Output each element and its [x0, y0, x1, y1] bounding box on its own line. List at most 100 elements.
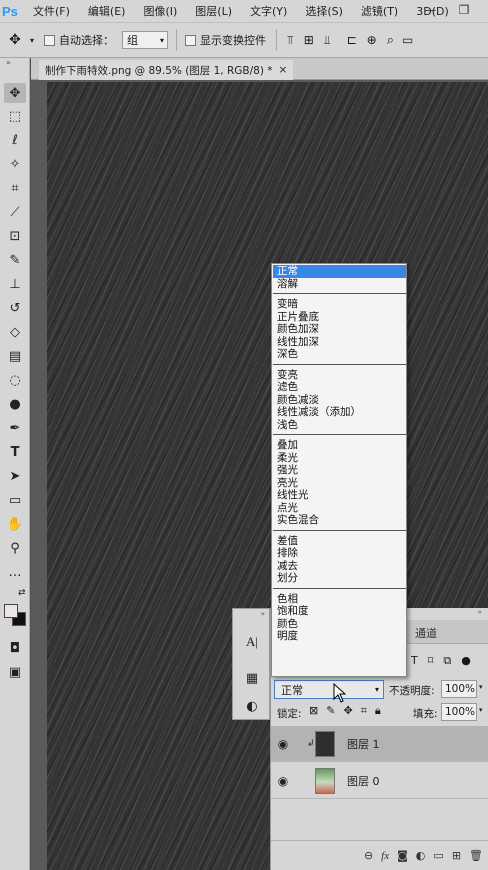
- history-brush-tool-icon[interactable]: ↺: [4, 298, 26, 318]
- fx-icon[interactable]: fx: [381, 850, 389, 862]
- blend-mode-option[interactable]: 强光: [273, 464, 406, 477]
- more-tools-icon[interactable]: …: [4, 562, 26, 582]
- lock-artboard-icon[interactable]: ⌗: [361, 704, 367, 718]
- auto-select-dropdown[interactable]: 组 ▾: [122, 31, 169, 49]
- new-layer-icon[interactable]: ⊞: [452, 849, 461, 862]
- blend-mode-option[interactable]: 浅色: [273, 419, 406, 432]
- menu-image[interactable]: 图像(I): [134, 3, 186, 19]
- collapse-icon[interactable]: »: [478, 608, 482, 616]
- link-layers-icon[interactable]: ⊖: [364, 849, 373, 862]
- blend-mode-option[interactable]: 正片叠底: [273, 311, 406, 324]
- zoom-tool-icon[interactable]: ⚲: [4, 538, 26, 558]
- blend-mode-option[interactable]: 饱和度: [273, 605, 406, 618]
- menu-edit[interactable]: 编辑(E): [79, 3, 135, 19]
- foreground-color-swatch-top[interactable]: [4, 604, 18, 618]
- path-selection-tool-icon[interactable]: ➤: [4, 466, 26, 486]
- chevron-down-icon[interactable]: ▾: [479, 706, 483, 714]
- layer-row[interactable]: ◉ ↲ 图层 1: [271, 726, 488, 762]
- blend-mode-option[interactable]: 颜色加深: [273, 323, 406, 336]
- filter-toggle-icon[interactable]: ●: [461, 654, 471, 668]
- type-tool-icon[interactable]: T: [4, 442, 26, 462]
- layer-row[interactable]: ◉ 图层 0: [271, 763, 488, 799]
- blend-mode-option[interactable]: 颜色减淡: [273, 394, 406, 407]
- menu-type[interactable]: 文字(Y): [241, 3, 296, 19]
- gradient-tool-icon[interactable]: ▤: [4, 346, 26, 366]
- tab-channels[interactable]: 通道: [407, 622, 445, 644]
- show-transform-checkbox[interactable]: [185, 34, 197, 46]
- collapse-icon[interactable]: »: [261, 610, 265, 618]
- opacity-input[interactable]: 100%: [441, 680, 477, 698]
- blend-mode-option[interactable]: 实色混合: [273, 514, 406, 527]
- blend-mode-option[interactable]: 颜色: [273, 618, 406, 631]
- blend-mode-option[interactable]: 亮光: [273, 477, 406, 490]
- tool-preset-chevron-icon[interactable]: ▾: [30, 36, 34, 45]
- lasso-tool-icon[interactable]: ℓ: [4, 130, 26, 150]
- menu-filter[interactable]: 滤镜(T): [352, 3, 407, 19]
- blend-mode-dropdown[interactable]: 正常 ▾: [274, 680, 384, 699]
- collapse-icon[interactable]: »: [6, 58, 11, 67]
- lock-pixels-icon[interactable]: ✎: [326, 704, 335, 718]
- blend-mode-option[interactable]: 变亮: [273, 369, 406, 382]
- blend-mode-option[interactable]: 色相: [273, 593, 406, 606]
- lock-all-icon[interactable]: 🔒︎: [375, 704, 381, 718]
- blend-mode-option[interactable]: 排除: [273, 547, 406, 560]
- character-panel-icon[interactable]: A|: [241, 631, 263, 653]
- filter-type-icon[interactable]: T: [411, 654, 418, 668]
- workspace-icon[interactable]: ▭: [402, 33, 413, 47]
- eyedropper-tool-icon[interactable]: ⟋: [4, 202, 26, 222]
- blend-mode-option[interactable]: 线性加深: [273, 336, 406, 349]
- align-vcenter-icon[interactable]: ⊞: [304, 33, 314, 47]
- paragraph-panel-icon[interactable]: ▦: [241, 667, 263, 689]
- menu-select[interactable]: 选择(S): [296, 3, 352, 19]
- clone-stamp-tool-icon[interactable]: ⊥: [4, 274, 26, 294]
- blend-mode-option[interactable]: 点光: [273, 502, 406, 515]
- align-left-icon[interactable]: ⊏: [347, 33, 357, 47]
- blend-mode-option[interactable]: 明度: [273, 630, 406, 643]
- search-icon[interactable]: ⌕: [387, 33, 394, 48]
- auto-select-checkbox[interactable]: [44, 34, 56, 46]
- fill-input[interactable]: 100%: [441, 703, 477, 721]
- document-tab[interactable]: 制作下雨特效.png @ 89.5% (图层 1, RGB/8) * ×: [39, 60, 294, 80]
- blend-mode-option[interactable]: 减去: [273, 560, 406, 573]
- blend-mode-option[interactable]: 柔光: [273, 452, 406, 465]
- blend-mode-option[interactable]: 滤色: [273, 381, 406, 394]
- healing-brush-tool-icon[interactable]: ⊡: [4, 226, 26, 246]
- lock-transparent-icon[interactable]: ⊠: [309, 704, 318, 718]
- lock-position-icon[interactable]: ✥: [343, 704, 352, 718]
- crop-tool-icon[interactable]: ⌗: [4, 178, 26, 198]
- swap-colors-icon[interactable]: ⇄: [18, 588, 26, 598]
- rectangle-tool-icon[interactable]: ▭: [4, 490, 26, 510]
- align-bottom-icon[interactable]: ⫫: [324, 33, 331, 48]
- marquee-tool-icon[interactable]: ⬚: [4, 106, 26, 126]
- pen-tool-icon[interactable]: ✒: [4, 418, 26, 438]
- adjustment-layer-icon[interactable]: ◐: [416, 849, 426, 862]
- blend-mode-option[interactable]: 线性光: [273, 489, 406, 502]
- screen-mode-icon[interactable]: ▣: [4, 662, 26, 682]
- new-group-icon[interactable]: ▭: [433, 849, 443, 862]
- adjustments-icon[interactable]: ◐: [241, 695, 263, 717]
- blend-mode-option[interactable]: 叠加: [273, 439, 406, 452]
- eye-icon[interactable]: ◉: [271, 774, 295, 788]
- blend-mode-option[interactable]: 划分: [273, 572, 406, 585]
- chevron-down-icon[interactable]: ▾: [479, 683, 483, 691]
- quick-mask-icon[interactable]: ◘: [4, 638, 26, 658]
- delete-layer-icon[interactable]: 🗑︎: [469, 849, 483, 862]
- magic-wand-tool-icon[interactable]: ✧: [4, 154, 26, 174]
- blend-mode-option[interactable]: 变暗: [273, 298, 406, 311]
- menu-layer[interactable]: 图层(L): [186, 3, 241, 19]
- hand-tool-icon[interactable]: ✋: [4, 514, 26, 534]
- add-mask-icon[interactable]: ◙: [397, 849, 408, 862]
- blend-mode-option[interactable]: 差值: [273, 535, 406, 548]
- filter-shape-icon[interactable]: ⌑: [428, 654, 434, 668]
- minimize-button[interactable]: —: [418, 0, 442, 20]
- blend-mode-option[interactable]: 深色: [273, 348, 406, 361]
- move-tool-icon[interactable]: ✥: [4, 83, 26, 103]
- eraser-tool-icon[interactable]: ◇: [4, 322, 26, 342]
- blend-mode-option[interactable]: 溶解: [273, 278, 406, 291]
- eye-icon[interactable]: ◉: [271, 737, 295, 751]
- blend-mode-option[interactable]: 线性减淡（添加）: [273, 406, 406, 419]
- restore-button[interactable]: ❐: [452, 0, 476, 20]
- align-hcenter-icon[interactable]: ⊕: [367, 33, 377, 47]
- blend-mode-option[interactable]: 正常: [273, 265, 406, 278]
- brush-tool-icon[interactable]: ✎: [4, 250, 26, 270]
